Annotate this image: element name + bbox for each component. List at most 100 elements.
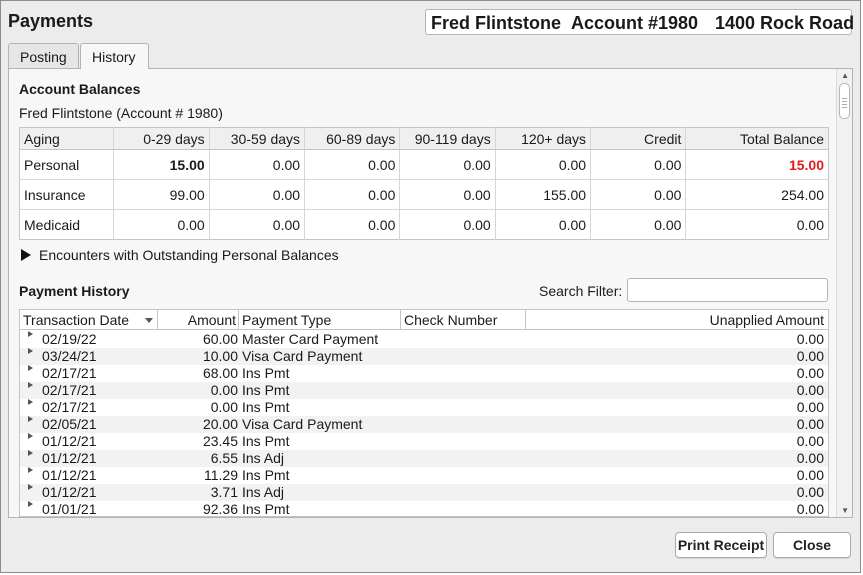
history-row[interactable]: 03/24/21 10.00 Visa Card Payment 0.00: [20, 348, 828, 365]
search-filter-input[interactable]: [627, 278, 828, 302]
personal-total-balance: 15.00: [685, 149, 829, 180]
aging-cell: 254.00: [685, 179, 829, 210]
vertical-scrollbar[interactable]: ▲ ▼: [836, 69, 852, 517]
history-row[interactable]: 01/12/21 23.45 Ins Pmt 0.00: [20, 433, 828, 450]
aging-row-insurance: Insurance 99.00 0.00 0.00 0.00 155.00 0.…: [19, 179, 829, 210]
scroll-up-icon[interactable]: ▲: [841, 71, 849, 80]
aging-col-aging: Aging: [19, 127, 115, 150]
history-unapplied-amount: 0.00: [796, 416, 824, 432]
history-unapplied-amount: 0.00: [796, 399, 824, 415]
patient-name: Fred Flintstone: [431, 13, 561, 33]
encounters-disclosure[interactable]: Encounters with Outstanding Personal Bal…: [21, 247, 339, 263]
history-amount: 60.00: [202, 331, 238, 347]
history-row[interactable]: 02/17/21 0.00 Ins Pmt 0.00: [20, 399, 828, 416]
account-balances-subtitle: Fred Flintstone (Account # 1980): [19, 105, 223, 121]
history-row[interactable]: 01/01/21 92.36 Ins Pmt 0.00: [20, 501, 828, 517]
history-unapplied-amount: 0.00: [796, 348, 824, 364]
history-row[interactable]: 02/17/21 68.00 Ins Pmt 0.00: [20, 365, 828, 382]
aging-cell: Insurance: [19, 179, 115, 210]
close-button[interactable]: Close: [773, 532, 851, 558]
history-row[interactable]: 02/17/21 0.00 Ins Pmt 0.00: [20, 382, 828, 399]
history-row[interactable]: 01/12/21 6.55 Ins Adj 0.00: [20, 450, 828, 467]
scroll-down-icon[interactable]: ▼: [841, 506, 849, 515]
history-amount: 20.00: [202, 416, 238, 432]
col-transaction-date[interactable]: Transaction Date: [20, 310, 158, 330]
history-payment-type: Ins Pmt: [242, 365, 290, 381]
encounters-label: Encounters with Outstanding Personal Bal…: [39, 247, 339, 263]
expand-row-icon[interactable]: [28, 348, 33, 354]
print-receipt-button[interactable]: Print Receipt: [675, 532, 767, 558]
history-date: 02/17/21: [42, 399, 97, 415]
aging-cell: 99.00: [113, 179, 210, 210]
history-amount: 23.45: [202, 433, 238, 449]
history-amount: 3.71: [210, 484, 238, 500]
aging-cell: 0.00: [304, 179, 401, 210]
expand-row-icon[interactable]: [28, 331, 33, 337]
expand-row-icon[interactable]: [28, 382, 33, 388]
aging-col-60-89: 60-89 days: [304, 127, 401, 150]
history-row[interactable]: 01/12/21 3.71 Ins Adj 0.00: [20, 484, 828, 501]
history-unapplied-amount: 0.00: [796, 433, 824, 449]
expand-row-icon[interactable]: [28, 365, 33, 371]
history-payment-type: Ins Adj: [242, 450, 285, 466]
scrollbar-thumb[interactable]: [839, 83, 850, 119]
history-payment-type: Ins Adj: [242, 484, 285, 500]
window-title: Payments: [8, 11, 94, 31]
aging-col-0-29: 0-29 days: [113, 127, 210, 150]
aging-col-120-plus: 120+ days: [495, 127, 592, 150]
sort-descending-icon: [145, 318, 153, 323]
expand-row-icon[interactable]: [28, 433, 33, 439]
aging-cell: 0.00: [399, 179, 496, 210]
aging-cell: 0.00: [495, 209, 592, 240]
aging-row-personal: Personal 15.00 0.00 0.00 0.00 0.00 0.00 …: [19, 149, 829, 180]
aging-cell: 0.00: [590, 179, 687, 210]
expand-row-icon[interactable]: [28, 484, 33, 490]
history-payment-type: Ins Pmt: [242, 433, 290, 449]
history-amount: 0.00: [210, 382, 238, 398]
history-payment-type: Visa Card Payment: [242, 348, 363, 364]
history-amount: 6.55: [210, 450, 238, 466]
disclosure-triangle-icon: [21, 249, 31, 261]
search-filter-label: Search Filter:: [539, 283, 623, 299]
expand-row-icon[interactable]: [28, 501, 33, 507]
expand-row-icon[interactable]: [28, 467, 33, 473]
history-date: 01/12/21: [42, 450, 97, 466]
expand-row-icon[interactable]: [28, 399, 33, 405]
tab-posting[interactable]: Posting: [8, 43, 79, 69]
payment-history-grid: Transaction Date Amount Payment Type Che…: [19, 309, 829, 517]
expand-row-icon[interactable]: [28, 416, 33, 422]
patient-header: Fred Flintstone Account #1980 1400 Rock …: [425, 9, 854, 35]
history-payment-type: Ins Pmt: [242, 501, 290, 517]
history-header-row: Transaction Date Amount Payment Type Che…: [20, 310, 828, 330]
history-date: 01/12/21: [42, 467, 97, 483]
history-row[interactable]: 02/19/22 60.00 Master Card Payment 0.00: [20, 331, 828, 348]
history-date: 01/12/21: [42, 484, 97, 500]
col-amount[interactable]: Amount: [158, 310, 239, 330]
aging-cell: 0.00: [209, 209, 306, 240]
expand-row-icon[interactable]: [28, 450, 33, 456]
aging-cell: 155.00: [495, 179, 592, 210]
aging-col-credit: Credit: [590, 127, 687, 150]
aging-cell: 0.00: [399, 149, 496, 180]
aging-cell: 15.00: [113, 149, 210, 180]
history-payment-type: Ins Pmt: [242, 399, 290, 415]
col-check-number[interactable]: Check Number: [401, 310, 526, 330]
tab-history[interactable]: History: [80, 43, 149, 69]
history-payment-type: Master Card Payment: [242, 331, 379, 347]
history-row[interactable]: 01/12/21 11.29 Ins Pmt 0.00: [20, 467, 828, 484]
history-payment-type: Ins Pmt: [242, 382, 290, 398]
col-unapplied-amount[interactable]: Unapplied Amount: [526, 310, 828, 330]
history-date: 02/17/21: [42, 382, 97, 398]
col-payment-type[interactable]: Payment Type: [239, 310, 401, 330]
history-unapplied-amount: 0.00: [796, 365, 824, 381]
history-row[interactable]: 02/05/21 20.00 Visa Card Payment 0.00: [20, 416, 828, 433]
history-unapplied-amount: 0.00: [796, 331, 824, 347]
history-unapplied-amount: 0.00: [796, 484, 824, 500]
aging-cell: 0.00: [590, 149, 687, 180]
history-amount: 92.36: [202, 501, 238, 517]
aging-cell: 0.00: [113, 209, 210, 240]
aging-row-medicaid: Medicaid 0.00 0.00 0.00 0.00 0.00 0.00 0…: [19, 209, 829, 240]
history-amount: 11.29: [204, 467, 238, 483]
history-date: 02/19/22: [42, 331, 97, 347]
aging-header-row: Aging 0-29 days 30-59 days 60-89 days 90…: [19, 127, 829, 150]
